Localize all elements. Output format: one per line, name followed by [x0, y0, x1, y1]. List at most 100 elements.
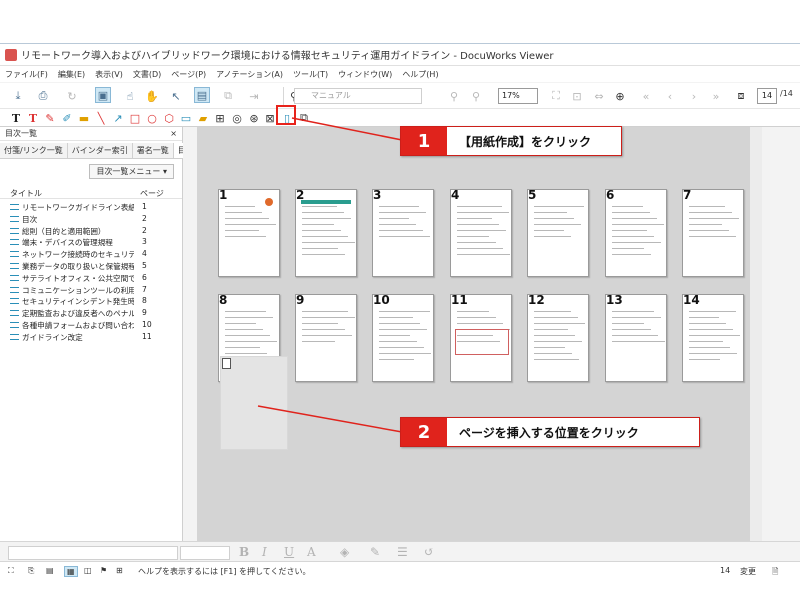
toc-item[interactable]: 業務データの取り扱いと保管規程 5: [0, 260, 182, 272]
fullscreen-icon[interactable]: ⛶: [8, 566, 14, 576]
italic-icon[interactable]: I: [262, 545, 267, 559]
search-input[interactable]: マニュアル: [294, 88, 422, 104]
fill-icon[interactable]: ▭: [178, 110, 194, 126]
toc-item[interactable]: 目次 2: [0, 213, 182, 225]
page-thumbnail[interactable]: [527, 189, 589, 277]
rectangle-icon[interactable]: □: [127, 110, 143, 126]
text-icon[interactable]: T: [8, 110, 24, 126]
page-thumbnail[interactable]: [295, 294, 357, 382]
page-thumbnail[interactable]: [372, 189, 434, 277]
marker-icon[interactable]: ✎: [42, 110, 58, 126]
two-page-icon[interactable]: ◫: [84, 566, 92, 575]
menu-annotation[interactable]: アノテーション(A): [211, 69, 288, 80]
underline-icon[interactable]: U: [284, 545, 294, 559]
vertical-scrollbar[interactable]: [750, 127, 762, 541]
polygon-icon[interactable]: ⬡: [161, 110, 177, 126]
tab-signatures[interactable]: 署名一覧: [132, 143, 174, 158]
zoom-select[interactable]: 17%: [498, 88, 538, 104]
menu-tools[interactable]: ツール(T): [288, 69, 333, 80]
page-number-input[interactable]: 14: [757, 88, 777, 104]
document-view-icon[interactable]: ▤: [194, 87, 210, 103]
tab-sticky-links[interactable]: 付箋/リンク一覧: [0, 143, 68, 158]
pane-splitter[interactable]: [183, 127, 197, 541]
font-select[interactable]: [8, 546, 178, 560]
page-thumbnail[interactable]: [605, 189, 667, 277]
pen-icon[interactable]: ✐: [59, 110, 75, 126]
find-prev-icon[interactable]: ⚲: [446, 88, 462, 104]
menu-help[interactable]: ヘルプ(H): [397, 69, 443, 80]
toc-item[interactable]: リモートワークガイドライン表紙 1: [0, 201, 182, 213]
stamp-icon[interactable]: ◎: [229, 110, 245, 126]
export-icon[interactable]: ⧉: [220, 88, 236, 104]
menu-document[interactable]: 文書(D): [128, 69, 166, 80]
text-color-icon[interactable]: A: [307, 545, 316, 559]
line-icon[interactable]: ╲: [93, 110, 109, 126]
bold-icon[interactable]: B: [239, 545, 249, 559]
other-tool-icon[interactable]: ⧉: [296, 110, 312, 126]
rotate-icon[interactable]: ↻: [64, 88, 80, 104]
menu-page[interactable]: ページ(P): [166, 69, 211, 80]
page-thumbnail[interactable]: [527, 294, 589, 382]
fit-width-icon[interactable]: ⇔: [591, 88, 607, 104]
fit-window-icon[interactable]: ⊡: [569, 88, 585, 104]
toc-item[interactable]: サテライトオフィス・公共空間での業… 6: [0, 272, 182, 284]
menu-view[interactable]: 表示(V): [90, 69, 128, 80]
page-layout-icon[interactable]: ⧈: [733, 88, 749, 104]
select-tool-icon[interactable]: ☝: [122, 88, 138, 104]
tab-binder-index[interactable]: バインダー索引: [67, 143, 133, 158]
single-page-icon[interactable]: ▣: [95, 87, 111, 103]
close-icon[interactable]: ×: [170, 129, 177, 138]
toc-item[interactable]: ネットワーク接続時のセキュリティルール 4: [0, 248, 182, 260]
line-color-icon[interactable]: ✎: [370, 545, 380, 559]
toc-item[interactable]: 各種申請フォームおよび問い合わせ先 10: [0, 319, 182, 331]
sticky-note-icon[interactable]: ▰: [195, 110, 211, 126]
ellipse-icon[interactable]: ○: [144, 110, 160, 126]
fill-color-icon[interactable]: ◈: [340, 545, 349, 559]
grid-icon[interactable]: ⊞: [116, 566, 123, 575]
page-thumbnail[interactable]: [450, 294, 512, 382]
hand-tool-icon[interactable]: ✋: [144, 88, 160, 104]
menu-edit[interactable]: 編集(E): [53, 69, 90, 80]
bookmark-icon[interactable]: ⚑: [100, 566, 107, 575]
find-next-icon[interactable]: ⚲: [468, 88, 484, 104]
toc-item[interactable]: 端末・デバイスの管理規程 3: [0, 236, 182, 248]
menu-file[interactable]: ファイル(F): [0, 69, 53, 80]
toc-item[interactable]: 定期監査および違反者へのペナルティ 9: [0, 307, 182, 319]
page-thumbnail[interactable]: [682, 294, 744, 382]
prev-page-icon[interactable]: ‹: [662, 88, 678, 104]
toc-item[interactable]: セキュリティインシデント発生時の初… 8: [0, 295, 182, 307]
text-red-icon[interactable]: T: [25, 110, 41, 126]
image-icon[interactable]: ⊞: [212, 110, 228, 126]
size-select[interactable]: [180, 546, 230, 560]
print-icon[interactable]: ⎙: [35, 88, 51, 104]
page-thumbnail[interactable]: [450, 189, 512, 277]
page-thumbnail[interactable]: [218, 189, 280, 277]
send-icon[interactable]: ⇥: [246, 88, 262, 104]
link-status-icon[interactable]: ⎘: [28, 566, 34, 576]
date-stamp-icon[interactable]: ⊛: [246, 110, 262, 126]
menu-window[interactable]: ウィンドウ(W): [333, 69, 397, 80]
layout-icon[interactable]: ▤: [46, 566, 54, 575]
next-page-icon[interactable]: ›: [686, 88, 702, 104]
toc-item[interactable]: コミュニケーションツールの利用制限 7: [0, 284, 182, 296]
last-page-icon[interactable]: »: [708, 88, 724, 104]
page-thumbnail[interactable]: [605, 294, 667, 382]
line-style-icon[interactable]: ☰: [397, 545, 408, 559]
insert-position-slot[interactable]: [220, 356, 288, 450]
pointer-icon[interactable]: ↖: [168, 88, 184, 104]
page-thumbnail[interactable]: [682, 189, 744, 277]
arrow-icon[interactable]: ↗: [110, 110, 126, 126]
zoom-in-icon[interactable]: ⊕: [612, 88, 628, 104]
reset-icon[interactable]: ↺: [424, 545, 434, 559]
page-thumbnail[interactable]: [372, 294, 434, 382]
highlighter-icon[interactable]: ▬: [76, 110, 92, 126]
first-page-icon[interactable]: «: [638, 88, 654, 104]
toc-item[interactable]: ガイドライン改定 11: [0, 331, 182, 343]
toc-menu-button[interactable]: 目次一覧メニュー ▾: [89, 164, 174, 179]
toc-item[interactable]: 総則（目的と適用範囲） 2: [0, 225, 182, 237]
page-thumbnail[interactable]: [295, 189, 357, 277]
fit-page-icon[interactable]: ⛶: [548, 88, 564, 104]
thumbnail-mode-icon[interactable]: ▦: [64, 566, 78, 577]
download-icon[interactable]: ⤓: [10, 88, 26, 104]
thumbnail-workspace[interactable]: 1 2 3 4 5 6 7 8 9 10 11 12 13 14: [197, 127, 750, 541]
